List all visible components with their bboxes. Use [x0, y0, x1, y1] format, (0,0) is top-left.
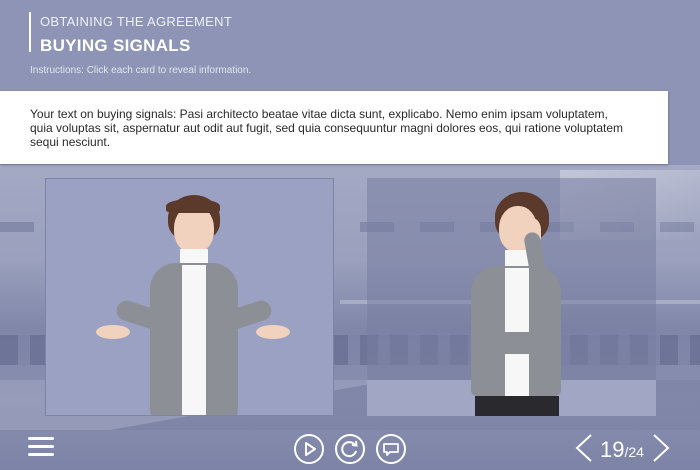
chevron-left-icon[interactable]: [574, 433, 594, 468]
chevron-right-icon[interactable]: [651, 433, 671, 468]
info-text-panel: Your text on buying signals: Pasi archit…: [0, 91, 668, 164]
page-title: BUYING SIGNALS: [40, 36, 191, 55]
play-icon[interactable]: [294, 434, 324, 464]
replay-icon[interactable]: [335, 434, 365, 464]
page-counter: 19/24: [600, 437, 644, 463]
instructions-text: Instructions: Click each card to reveal …: [30, 65, 252, 76]
hamburger-menu-icon[interactable]: [28, 437, 54, 459]
woman-thinking-image: [449, 192, 569, 416]
slide-header: OBTAINING THE AGREEMENT BUYING SIGNALS I…: [0, 0, 700, 90]
comment-icon[interactable]: [376, 434, 406, 464]
woman-shrugging-image: [96, 195, 290, 415]
card-left[interactable]: [45, 178, 334, 416]
page-total: 24: [628, 444, 644, 460]
card-right[interactable]: [367, 178, 656, 416]
page-current: 19: [600, 437, 625, 462]
section-kicker: OBTAINING THE AGREEMENT: [40, 14, 233, 29]
bottom-toolbar: 19/24: [0, 425, 700, 470]
header-accent-line: [29, 12, 31, 52]
info-text: Your text on buying signals: Pasi archit…: [30, 107, 624, 149]
